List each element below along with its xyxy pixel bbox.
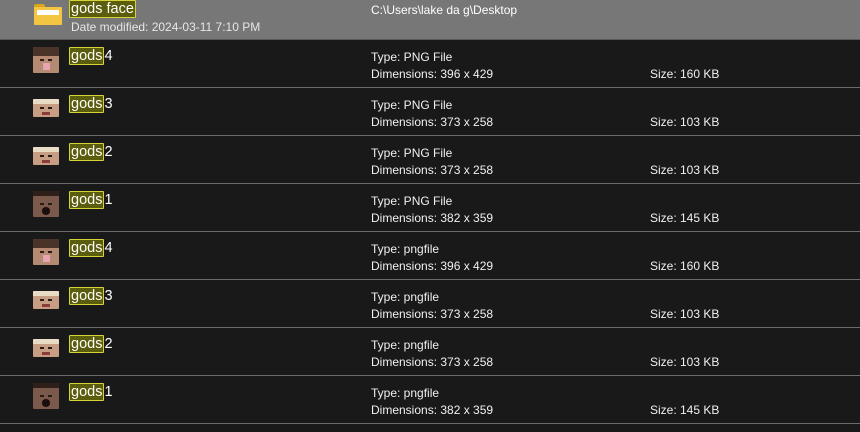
search-match-highlight: gods xyxy=(69,47,105,65)
result-name-suffix: 2 xyxy=(104,336,113,352)
date-modified: Date modified: 2024-03-11 7:10 PM xyxy=(71,20,261,34)
search-match-highlight: gods xyxy=(69,239,105,257)
result-name: gods 4 xyxy=(69,239,113,257)
face-tongue-thumbnail-icon xyxy=(33,239,59,265)
file-type: Type: pngfile xyxy=(371,338,440,352)
file-type: Type: PNG File xyxy=(371,98,453,112)
face-dark-thumbnail-icon xyxy=(33,191,59,217)
file-size: Size: 160 KB xyxy=(650,259,720,273)
file-type: Type: pngfile xyxy=(371,290,440,304)
result-name-suffix: 2 xyxy=(104,144,113,160)
file-dimensions: Dimensions: 373 x 258 xyxy=(371,115,494,129)
result-name-suffix: 1 xyxy=(104,192,113,208)
search-match-highlight: gods face xyxy=(69,0,136,18)
result-name-suffix: 3 xyxy=(104,96,113,112)
folder-path: C:\Users\lake da g\Desktop xyxy=(371,3,518,17)
result-row[interactable]: gods 4 Type: PNG File Dimensions: 396 x 4… xyxy=(0,40,860,88)
folder-icon xyxy=(34,4,62,26)
result-row[interactable]: gods 2 Type: pngfile Dimensions: 373 x 25… xyxy=(0,328,860,376)
result-row[interactable]: gods 4 Type: pngfile Dimensions: 396 x 42… xyxy=(0,232,860,280)
face-squint-thumbnail-icon xyxy=(33,147,59,165)
result-name-suffix: 4 xyxy=(104,240,113,256)
file-size: Size: 145 KB xyxy=(650,211,720,225)
face-squint-thumbnail-icon xyxy=(33,291,59,309)
file-type: Type: pngfile xyxy=(371,242,440,256)
result-row[interactable]: gods 1 Type: PNG File Dimensions: 382 x 3… xyxy=(0,184,860,232)
search-match-highlight: gods xyxy=(69,287,105,305)
search-match-highlight: gods xyxy=(69,383,105,401)
result-name: gods 4 xyxy=(69,47,113,65)
face-tongue-thumbnail-icon xyxy=(33,47,59,73)
file-size: Size: 103 KB xyxy=(650,115,720,129)
file-dimensions: Dimensions: 373 x 258 xyxy=(371,307,494,321)
result-row[interactable]: gods 3 Type: PNG File Dimensions: 373 x 2… xyxy=(0,88,860,136)
result-name: gods 1 xyxy=(69,383,113,401)
result-name: gods face xyxy=(69,0,136,18)
result-row[interactable]: gods 3 Type: pngfile Dimensions: 373 x 25… xyxy=(0,280,860,328)
result-name: gods 2 xyxy=(69,335,113,353)
search-match-highlight: gods xyxy=(69,95,105,113)
file-dimensions: Dimensions: 396 x 429 xyxy=(371,259,494,273)
file-size: Size: 103 KB xyxy=(650,307,720,321)
file-size: Size: 103 KB xyxy=(650,355,720,369)
file-size: Size: 103 KB xyxy=(650,163,720,177)
face-squint-thumbnail-icon xyxy=(33,99,59,117)
face-squint-thumbnail-icon xyxy=(33,339,59,357)
file-type: Type: pngfile xyxy=(371,386,440,400)
search-match-highlight: gods xyxy=(69,191,105,209)
result-name: gods 1 xyxy=(69,191,113,209)
result-row[interactable]: gods 2 Type: PNG File Dimensions: 373 x 2… xyxy=(0,136,860,184)
search-match-highlight: gods xyxy=(69,335,105,353)
file-dimensions: Dimensions: 373 x 258 xyxy=(371,163,494,177)
search-results-list: gods face Date modified: 2024-03-11 7:10… xyxy=(0,0,860,432)
file-dimensions: Dimensions: 373 x 258 xyxy=(371,355,494,369)
result-name: gods 3 xyxy=(69,287,113,305)
result-name: gods 2 xyxy=(69,143,113,161)
search-match-highlight: gods xyxy=(69,143,105,161)
result-name-suffix: 1 xyxy=(104,384,113,400)
face-dark-thumbnail-icon xyxy=(33,383,59,409)
result-name-suffix: 4 xyxy=(104,48,113,64)
file-dimensions: Dimensions: 396 x 429 xyxy=(371,67,494,81)
result-row-folder[interactable]: gods face Date modified: 2024-03-11 7:10… xyxy=(0,0,860,40)
result-row[interactable]: gods 1 Type: pngfile Dimensions: 382 x 35… xyxy=(0,376,860,424)
result-name-suffix: 3 xyxy=(104,288,113,304)
file-type: Type: PNG File xyxy=(371,50,453,64)
file-type: Type: PNG File xyxy=(371,146,453,160)
file-size: Size: 145 KB xyxy=(650,403,720,417)
file-size: Size: 160 KB xyxy=(650,67,720,81)
file-dimensions: Dimensions: 382 x 359 xyxy=(371,403,494,417)
result-name: gods 3 xyxy=(69,95,113,113)
file-type: Type: PNG File xyxy=(371,194,453,208)
file-dimensions: Dimensions: 382 x 359 xyxy=(371,211,494,225)
